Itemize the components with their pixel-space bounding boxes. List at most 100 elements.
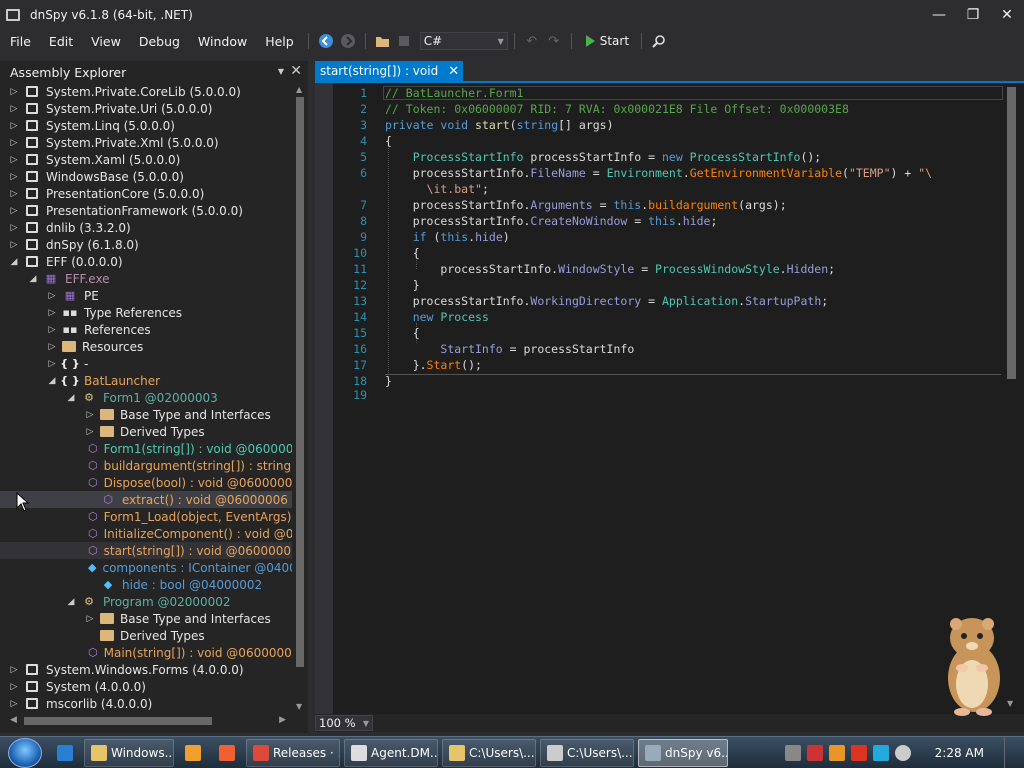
menu-edit[interactable]: Edit: [39, 34, 81, 49]
tree-node[interactable]: ▷ mscorlib (4.0.0.0): [0, 695, 292, 712]
zoom-select[interactable]: 100 % ▼: [315, 715, 373, 731]
expand-arrow-icon[interactable]: ▷: [8, 138, 20, 148]
menu-help[interactable]: Help: [255, 34, 302, 49]
taskbar-item[interactable]: Windows...: [84, 738, 174, 767]
taskbar-item[interactable]: Releases · ...: [246, 738, 340, 767]
maximize-button[interactable]: ❐: [956, 0, 990, 30]
collapse-arrow-icon[interactable]: ◢: [46, 376, 58, 386]
start-debug-button[interactable]: Start: [580, 34, 635, 48]
expand-arrow-icon[interactable]: ▷: [8, 206, 20, 216]
open-list-icon[interactable]: [394, 31, 416, 51]
tree-node[interactable]: ◢ EFF (0.0.0.0): [0, 253, 292, 270]
redo-icon[interactable]: ↷: [543, 31, 565, 51]
menu-file[interactable]: File: [0, 34, 39, 49]
taskbar-item[interactable]: C:\Users\...: [540, 738, 634, 767]
code-editor[interactable]: 1 // BatLauncher.Form1 2 // Token: 0x060000…: [315, 81, 1024, 716]
collapse-arrow-icon[interactable]: ◢: [8, 257, 20, 267]
expand-arrow-icon[interactable]: ▷: [46, 359, 58, 369]
tray-antivirus-icon[interactable]: [806, 745, 823, 761]
tree-node[interactable]: ▷ PresentationCore (5.0.0.0): [0, 185, 292, 202]
tree-horizontal-scrollbar[interactable]: ◀ ▶: [0, 713, 292, 729]
language-select[interactable]: C# ▼: [419, 32, 508, 50]
taskbar-item[interactable]: [212, 739, 242, 767]
collapse-arrow-icon[interactable]: ◢: [65, 393, 77, 403]
scroll-right-icon[interactable]: ▶: [279, 715, 286, 725]
tree-node[interactable]: ⬡ Form1_Load(object, EventArgs) :: [0, 508, 292, 525]
show-desktop-button[interactable]: [1004, 737, 1016, 768]
menu-window[interactable]: Window: [188, 34, 255, 49]
tree-node[interactable]: ⬡ Form1(string[]) : void @06000004: [0, 440, 292, 457]
expand-arrow-icon[interactable]: ▷: [8, 121, 20, 131]
expand-arrow-icon[interactable]: ▷: [84, 410, 96, 420]
close-panel-icon[interactable]: ✕: [290, 63, 302, 79]
expand-arrow-icon[interactable]: ▷: [46, 308, 58, 318]
panel-menu-icon[interactable]: ▼: [278, 67, 284, 76]
tree-node[interactable]: ▷ Base Type and Interfaces: [0, 610, 292, 627]
collapse-arrow-icon[interactable]: ◢: [65, 597, 77, 607]
tree-node[interactable]: ▷ Derived Types: [0, 423, 292, 440]
tab-start-method[interactable]: start(string[]) : void ✕: [315, 61, 464, 81]
tree-node[interactable]: ▷ System.Private.Xml (5.0.0.0): [0, 134, 292, 151]
scroll-left-icon[interactable]: ◀: [10, 715, 17, 725]
expand-arrow-icon[interactable]: ▷: [8, 172, 20, 182]
expand-arrow-icon[interactable]: ▷: [46, 342, 58, 352]
tree-node[interactable]: ⬡ Dispose(bool) : void @06000002: [0, 474, 292, 491]
expand-arrow-icon[interactable]: ▷: [8, 223, 20, 233]
tree-node[interactable]: ▷ System.Xaml (5.0.0.0): [0, 151, 292, 168]
tree-node[interactable]: ▷ ▪▪ References: [0, 321, 292, 338]
tree-node[interactable]: Derived Types: [0, 627, 292, 644]
minimize-button[interactable]: —: [922, 0, 956, 30]
expand-arrow-icon[interactable]: ▷: [8, 665, 20, 675]
expand-arrow-icon[interactable]: ▷: [8, 104, 20, 114]
taskbar-item[interactable]: [178, 739, 208, 767]
navigate-forward-icon[interactable]: [337, 31, 359, 51]
navigate-back-icon[interactable]: [315, 31, 337, 51]
tray-network-icon[interactable]: [872, 745, 889, 761]
tray-volume-icon[interactable]: [894, 745, 911, 761]
search-icon[interactable]: [648, 31, 670, 51]
tree-node[interactable]: ⬡ extract() : void @06000006: [0, 491, 292, 508]
tree-node[interactable]: ▷ PresentationFramework (5.0.0.0): [0, 202, 292, 219]
expand-arrow-icon[interactable]: ▷: [8, 155, 20, 165]
tree-node[interactable]: ⬡ Main(string[]) : void @06000001: [0, 644, 292, 661]
tree-node[interactable]: ▷ System.Windows.Forms (4.0.0.0): [0, 661, 292, 678]
start-menu-button[interactable]: [8, 737, 42, 768]
tree-vertical-scrollbar[interactable]: ▲ ▼: [292, 83, 308, 713]
taskbar-clock[interactable]: 2:28 AM: [935, 746, 984, 760]
tree-node[interactable]: ⬡ start(string[]) : void @06000007: [0, 542, 292, 559]
tree-node[interactable]: ▷ WindowsBase (5.0.0.0): [0, 168, 292, 185]
tree-node[interactable]: ▷ System (4.0.0.0): [0, 678, 292, 695]
scroll-thumb[interactable]: [1007, 87, 1016, 379]
taskbar-item[interactable]: [50, 739, 80, 767]
tree-node[interactable]: ▷{ } -: [0, 355, 292, 372]
tree-node[interactable]: ▷ System.Private.Uri (5.0.0.0): [0, 100, 292, 117]
tree-node[interactable]: ▷ ▪▪ Type References: [0, 304, 292, 321]
tree-node[interactable]: ◢ ▦ EFF.exe: [0, 270, 292, 287]
tray-app-icon[interactable]: [784, 745, 801, 761]
tree-node[interactable]: ▷ System.Linq (5.0.0.0): [0, 117, 292, 134]
tree-node[interactable]: ◆ hide : bool @04000002: [0, 576, 292, 593]
expand-arrow-icon[interactable]: ▷: [46, 291, 58, 301]
taskbar-item[interactable]: dnSpy v6....: [638, 738, 728, 767]
expand-arrow-icon[interactable]: ▷: [8, 682, 20, 692]
scroll-thumb[interactable]: [24, 717, 212, 725]
menu-view[interactable]: View: [81, 34, 129, 49]
taskbar-item[interactable]: C:\Users\...: [442, 738, 536, 767]
menu-debug[interactable]: Debug: [129, 34, 188, 49]
scroll-up-icon[interactable]: ▲: [296, 85, 302, 94]
expand-arrow-icon[interactable]: ▷: [46, 325, 58, 335]
tree-node[interactable]: ⬡ InitializeComponent() : void @06: [0, 525, 292, 542]
tree-node[interactable]: ◢ ⚙ Form1 @02000003: [0, 389, 292, 406]
undo-icon[interactable]: ↶: [521, 31, 543, 51]
tree-node[interactable]: ▷ ▦ PE: [0, 287, 292, 304]
tree-node[interactable]: ◆ components : IContainer @0400: [0, 559, 292, 576]
tree-node[interactable]: ▷ Base Type and Interfaces: [0, 406, 292, 423]
close-tab-icon[interactable]: ✕: [448, 64, 459, 79]
tray-flag-icon[interactable]: [850, 745, 867, 761]
open-file-icon[interactable]: [372, 31, 394, 51]
expand-arrow-icon[interactable]: ▷: [8, 189, 20, 199]
tree-node[interactable]: ▷ Resources: [0, 338, 292, 355]
expand-arrow-icon[interactable]: ▷: [8, 699, 20, 709]
tree-node[interactable]: ▷ dnlib (3.3.2.0): [0, 219, 292, 236]
expand-arrow-icon[interactable]: ▷: [8, 240, 20, 250]
